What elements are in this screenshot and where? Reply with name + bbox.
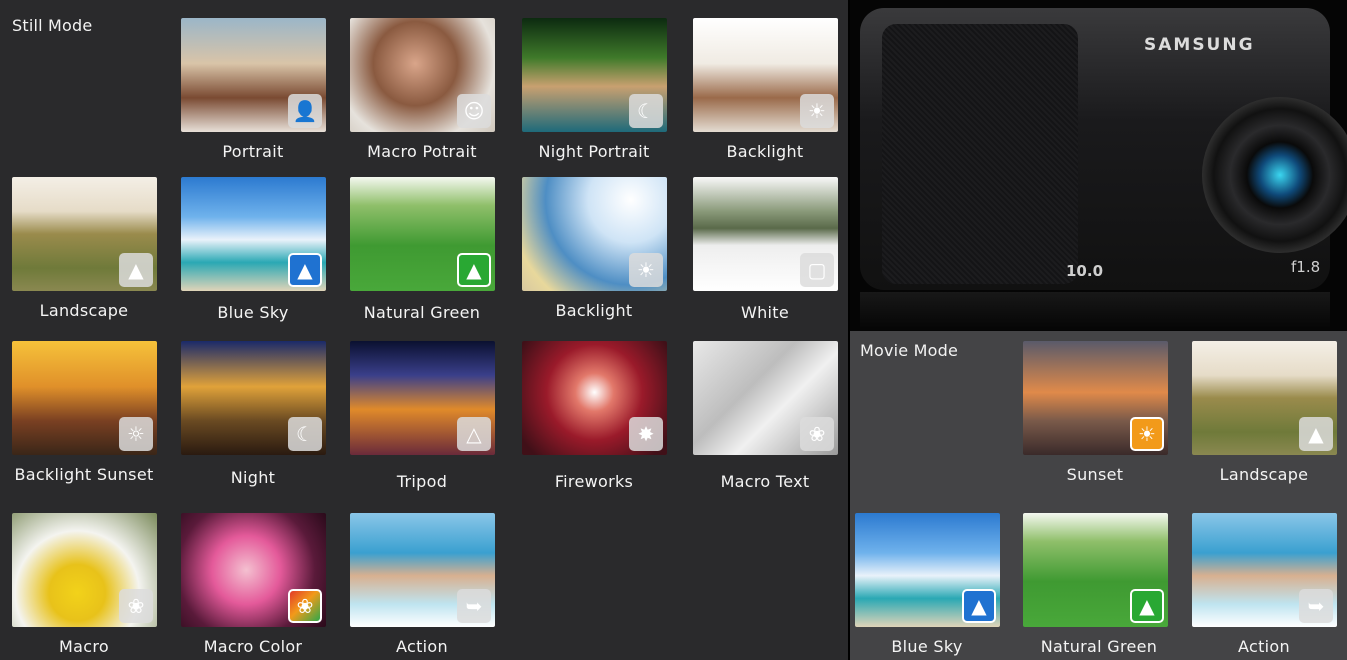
movie-tile-action[interactable]: ➥ [1192,513,1337,627]
camera-aperture-label: f1.8 [1291,258,1321,276]
scene-tile-natural-green[interactable]: ▲ [350,177,495,291]
scene-tile-portrait[interactable]: 👤 [181,18,326,132]
scene-label-tripod: Tripod [396,472,448,491]
scene-label-blue-sky: Blue Sky [217,303,289,322]
movie-mode-panel: Movie Mode ☀ Sunset ▲ Landscape ▲ Blue S… [850,331,1347,660]
scene-tile-white[interactable]: ▢ [693,177,838,291]
scene-label-night: Night [230,468,276,487]
backlight-portrait-scene-icon: ☀ [800,94,834,128]
scene-label-backlight: Backlight [555,301,633,320]
portrait-scene-icon: 👤 [288,94,322,128]
sunset-scene-icon: ☀ [1130,417,1164,451]
camera-reflection [860,292,1330,331]
scene-tile-landscape[interactable]: ▲ [12,177,157,291]
night-portrait-scene-icon: ☾ [629,94,663,128]
night-scene-icon: ☾ [288,417,322,451]
scene-label-action: Action [396,637,448,656]
macro-text-scene-icon: ❀ [800,417,834,451]
camera-megapixel-label: 10.0 [1066,262,1104,280]
backlight-sunset-scene-icon: ☼ [119,417,153,451]
scene-tile-macro-portrait[interactable]: ☺ [350,18,495,132]
scene-label-macro-color: Macro Color [203,637,303,656]
movie-natural-green-scene-icon: ▲ [1130,589,1164,623]
landscape-scene-icon: ▲ [119,253,153,287]
movie-tile-sunset[interactable]: ☀ [1023,341,1168,455]
white-scene-icon: ▢ [800,253,834,287]
macro-color-scene-icon: ❀ [288,589,322,623]
camera-lens [1202,97,1347,253]
scene-tile-macro-text[interactable]: ❀ [693,341,838,455]
scene-tile-action[interactable]: ➥ [350,513,495,627]
scene-label-macro-text: Macro Text [720,472,810,491]
scene-label-macro-portrait: Macro Potrait [367,142,477,161]
macro-scene-icon: ❀ [119,589,153,623]
backlight-scene-icon: ☀ [629,253,663,287]
movie-blue-sky-scene-icon: ▲ [962,589,996,623]
camera-grip [882,24,1078,284]
scene-tile-night[interactable]: ☾ [181,341,326,455]
scene-tile-macro-color[interactable]: ❀ [181,513,326,627]
scene-tile-macro[interactable]: ❀ [12,513,157,627]
scene-tile-backlight-sunset[interactable]: ☼ [12,341,157,455]
tripod-scene-icon: △ [457,417,491,451]
scene-label-natural-green: Natural Green [363,303,481,322]
movie-landscape-scene-icon: ▲ [1299,417,1333,451]
still-mode-title: Still Mode [12,16,93,35]
macro-portrait-scene-icon: ☺ [457,94,491,128]
fireworks-scene-icon: ✸ [629,417,663,451]
scene-label-landscape: Landscape [39,301,129,320]
scene-label-night-portrait: Night Portrait [538,142,650,161]
camera-product-image: SAMSUNG 10.0 f1.8 [850,0,1347,331]
movie-label-landscape: Landscape [1219,465,1309,484]
movie-tile-blue-sky[interactable]: ▲ [855,513,1000,627]
movie-label-natural-green: Natural Green [1040,637,1158,656]
movie-label-sunset: Sunset [1066,465,1124,484]
action-scene-icon: ➥ [457,589,491,623]
movie-tile-natural-green[interactable]: ▲ [1023,513,1168,627]
scene-tile-tripod[interactable]: △ [350,341,495,455]
scene-tile-night-portrait[interactable]: ☾ [522,18,667,132]
scene-tile-backlight[interactable]: ☀ [522,177,667,291]
scene-label-white: White [740,303,790,322]
still-mode-panel: Still Mode 👤 Portrait ☺ Macro Potrait ☾ … [0,0,848,660]
scene-label-backlight-sunset: Backlight Sunset [14,465,154,484]
scene-tile-fireworks[interactable]: ✸ [522,341,667,455]
movie-mode-title: Movie Mode [860,341,959,360]
movie-label-blue-sky: Blue Sky [891,637,963,656]
movie-action-scene-icon: ➥ [1299,589,1333,623]
movie-label-action: Action [1238,637,1290,656]
scene-label-backlight-portrait: Backlight [726,142,804,161]
movie-tile-landscape[interactable]: ▲ [1192,341,1337,455]
scene-tile-backlight-portrait[interactable]: ☀ [693,18,838,132]
blue-sky-scene-icon: ▲ [288,253,322,287]
scene-label-macro: Macro [59,637,109,656]
scene-label-portrait: Portrait [222,142,284,161]
camera-brand-logo: SAMSUNG [1144,35,1255,55]
scene-label-fireworks: Fireworks [554,472,634,491]
scene-tile-blue-sky[interactable]: ▲ [181,177,326,291]
natural-green-scene-icon: ▲ [457,253,491,287]
